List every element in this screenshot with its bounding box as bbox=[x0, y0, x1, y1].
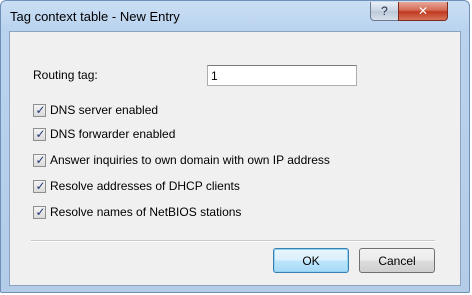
checkmark-icon: ✓ bbox=[35, 126, 46, 141]
checkmark-icon: ✓ bbox=[35, 102, 46, 117]
checkbox-box[interactable]: ✓ bbox=[33, 178, 46, 193]
help-icon: ? bbox=[381, 4, 388, 18]
resolve-netbios-names-checkbox[interactable]: ✓ Resolve names of NetBIOS stations bbox=[33, 205, 241, 219]
checkbox-box[interactable]: ✓ bbox=[33, 152, 46, 167]
window-title: Tag context table - New Entry bbox=[10, 9, 180, 24]
checkbox-box[interactable]: ✓ bbox=[33, 102, 46, 117]
dns-forwarder-enabled-checkbox[interactable]: ✓ DNS forwarder enabled bbox=[33, 127, 175, 141]
checkbox-box[interactable]: ✓ bbox=[33, 126, 46, 141]
title-bar[interactable]: Tag context table - New Entry ? ✕ bbox=[1, 1, 469, 31]
checkbox-label: Answer inquiries to own domain with own … bbox=[50, 153, 330, 167]
routing-tag-input[interactable] bbox=[207, 65, 357, 86]
checkbox-box[interactable]: ✓ bbox=[33, 204, 46, 219]
cancel-button[interactable]: Cancel bbox=[359, 248, 435, 273]
close-icon: ✕ bbox=[417, 4, 429, 18]
divider bbox=[31, 240, 435, 242]
checkmark-icon: ✓ bbox=[35, 178, 46, 193]
help-button[interactable]: ? bbox=[370, 2, 399, 21]
dialog-window: Tag context table - New Entry ? ✕ Routin… bbox=[0, 0, 470, 293]
checkbox-label: Resolve addresses of DHCP clients bbox=[50, 179, 240, 193]
dialog-content: Routing tag: ✓ DNS server enabled ✓ DNS … bbox=[9, 31, 461, 286]
close-button[interactable]: ✕ bbox=[398, 2, 448, 21]
dns-server-enabled-checkbox[interactable]: ✓ DNS server enabled bbox=[33, 103, 158, 117]
answer-own-domain-checkbox[interactable]: ✓ Answer inquiries to own domain with ow… bbox=[33, 153, 330, 167]
checkmark-icon: ✓ bbox=[35, 204, 46, 219]
ok-button[interactable]: OK bbox=[273, 248, 349, 273]
checkbox-label: DNS forwarder enabled bbox=[50, 127, 176, 141]
checkmark-icon: ✓ bbox=[35, 152, 46, 167]
checkbox-label: DNS server enabled bbox=[50, 103, 159, 117]
resolve-dhcp-clients-checkbox[interactable]: ✓ Resolve addresses of DHCP clients bbox=[33, 179, 240, 193]
routing-tag-label: Routing tag: bbox=[33, 68, 98, 82]
checkbox-label: Resolve names of NetBIOS stations bbox=[50, 205, 242, 219]
